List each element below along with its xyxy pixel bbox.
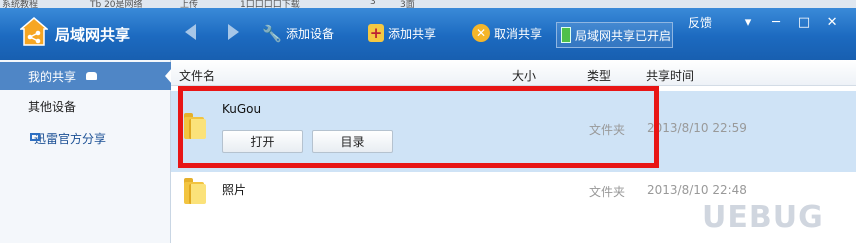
file-name: 照片 bbox=[222, 183, 247, 197]
taskbar-strip: 系统教程 Tb 20是网络 上传 1口口口口下载 3 3面 bbox=[0, 0, 856, 8]
taskbar-item[interactable]: 1口口口口下载 bbox=[240, 0, 300, 8]
lock-icon bbox=[86, 72, 98, 80]
column-name[interactable]: 文件名 bbox=[179, 67, 215, 84]
minimize-icon[interactable]: ─ bbox=[762, 15, 790, 30]
wrench-icon: 🔧 bbox=[262, 23, 282, 43]
status-indicator-icon bbox=[561, 27, 571, 43]
file-type: 文件夹 bbox=[589, 185, 626, 199]
column-time[interactable]: 共享时间 bbox=[646, 67, 694, 84]
column-type[interactable]: 类型 bbox=[587, 67, 611, 84]
add-share-button[interactable]: + 添加共享 bbox=[368, 21, 436, 45]
taskbar-item[interactable]: 3 bbox=[370, 0, 376, 7]
share-status-label: 局域网共享已开启 bbox=[575, 28, 672, 43]
column-header: 文件名 大小 类型 共享时间 bbox=[171, 60, 856, 86]
folder-icon bbox=[184, 178, 208, 204]
cancel-share-label: 取消共享 bbox=[494, 26, 543, 41]
window-controls: 反馈 ▾ ─ □ ✕ bbox=[688, 14, 846, 31]
sidebar: 我的共享 其他设备 迅雷官方分享 bbox=[0, 60, 172, 243]
share-logo-icon bbox=[20, 17, 48, 46]
sidebar-heading-other-devices: 其他设备 bbox=[0, 92, 171, 120]
file-share-time: 2013/8/10 22:48 bbox=[647, 183, 747, 197]
taskbar-item[interactable]: 3面 bbox=[400, 0, 415, 8]
title-bar: 局域网共享 🔧 添加设备 + 添加共享 ✕ 取消共享 局域网共享已开启 反馈 ▾… bbox=[0, 8, 856, 60]
app-title: 局域网共享 bbox=[55, 26, 131, 44]
add-share-label: 添加共享 bbox=[388, 26, 437, 41]
column-size[interactable]: 大小 bbox=[512, 67, 536, 84]
cancel-icon: ✕ bbox=[472, 24, 490, 42]
taskbar-item[interactable]: 系统教程 bbox=[2, 0, 38, 8]
forward-arrow-icon[interactable] bbox=[228, 24, 239, 40]
menu-dropdown-icon[interactable]: ▾ bbox=[734, 15, 762, 30]
sidebar-item-thunder-share[interactable]: 迅雷官方分享 bbox=[0, 124, 171, 152]
close-icon[interactable]: ✕ bbox=[818, 15, 846, 30]
taskbar-item[interactable]: 上传 bbox=[180, 0, 198, 8]
taskbar-item[interactable]: Tb 20是网络 bbox=[90, 0, 143, 8]
monitor-icon bbox=[30, 133, 40, 141]
add-device-label: 添加设备 bbox=[286, 26, 335, 41]
sidebar-item-label: 迅雷官方分享 bbox=[34, 131, 107, 146]
sidebar-item-label: 我的共享 bbox=[28, 69, 77, 84]
cancel-share-button[interactable]: ✕ 取消共享 bbox=[472, 21, 542, 45]
highlight-box bbox=[178, 86, 659, 168]
feedback-link[interactable]: 反馈 bbox=[688, 14, 712, 31]
share-status-toggle[interactable]: 局域网共享已开启 bbox=[556, 22, 673, 48]
watermark-logo: UEBUG bbox=[702, 200, 824, 235]
add-device-button[interactable]: 🔧 添加设备 bbox=[262, 21, 334, 45]
sidebar-item-my-share[interactable]: 我的共享 bbox=[0, 62, 172, 90]
file-share-time: 2013/8/10 22:59 bbox=[647, 121, 747, 135]
maximize-icon[interactable]: □ bbox=[790, 15, 818, 30]
back-arrow-icon[interactable] bbox=[185, 24, 196, 40]
add-folder-icon: + bbox=[368, 24, 384, 42]
sidebar-heading-label: 其他设备 bbox=[28, 99, 77, 114]
